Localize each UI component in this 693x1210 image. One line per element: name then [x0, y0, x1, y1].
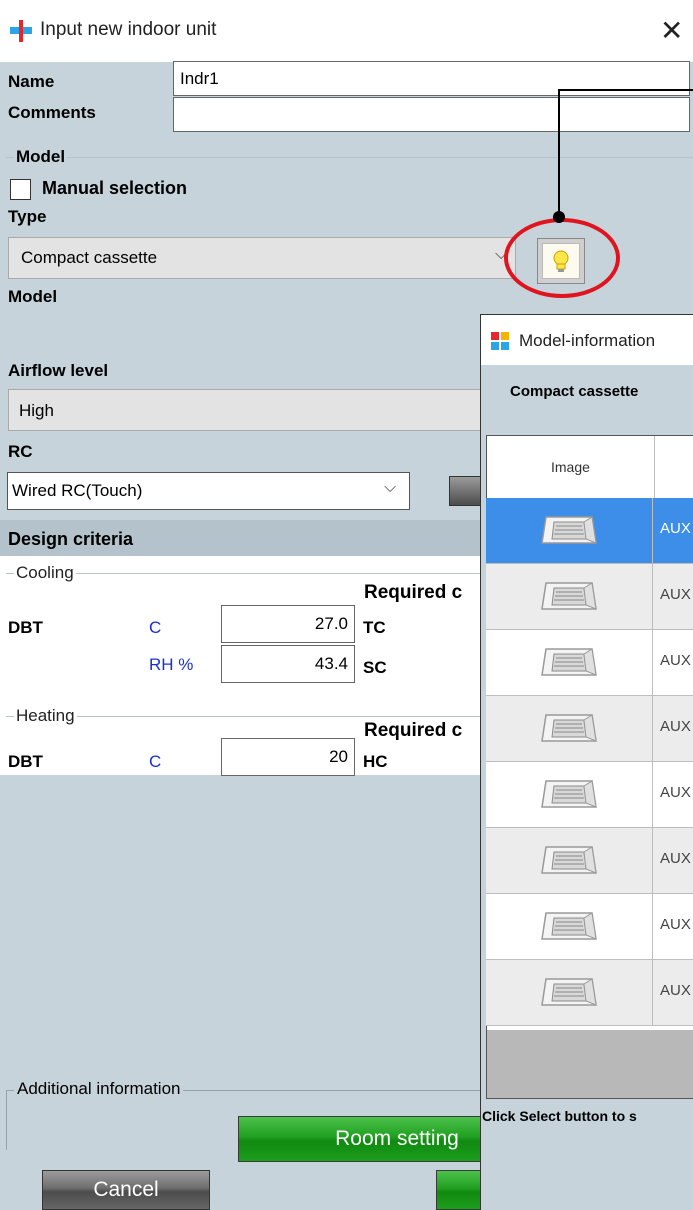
cassette-image	[486, 696, 653, 761]
cooling-required: Required c	[364, 582, 463, 603]
cassette-image	[486, 894, 653, 959]
popup-title-bar: Model-information	[481, 315, 693, 365]
row-model-name: AUX	[660, 850, 691, 867]
row-model-name: AUX	[660, 916, 691, 933]
row-model-name: AUX	[660, 586, 691, 603]
table-row[interactable]: AUX	[486, 498, 693, 564]
model-section-title: Model	[14, 147, 68, 167]
app-icon	[10, 20, 32, 42]
chevron-down-icon: ⌵	[384, 479, 397, 496]
callout-line	[553, 89, 693, 223]
design-criteria-title: Design criteria	[8, 529, 134, 549]
model-label: Model	[8, 287, 58, 306]
cassette-image	[486, 564, 653, 629]
highlight-circle	[504, 218, 620, 298]
room-setting-label: Room setting	[335, 1127, 459, 1150]
cooling-dbt-unit: C	[149, 618, 162, 637]
cancel-label: Cancel	[93, 1178, 159, 1201]
table-row[interactable]: AUX	[486, 960, 693, 1026]
title-bar: Input new indoor unit ✕	[0, 0, 693, 62]
table-row[interactable]: AUX	[486, 696, 693, 762]
row-model-name: AUX	[660, 652, 691, 669]
rc-select[interactable]: Wired RC(Touch) ⌵	[7, 472, 410, 510]
heating-title: Heating	[14, 706, 77, 726]
row-model-name: AUX	[660, 718, 691, 735]
heating-dbt-unit: C	[149, 752, 162, 771]
window-title: Input new indoor unit	[40, 19, 217, 40]
close-icon[interactable]: ✕	[660, 14, 683, 47]
cooling-fieldset-line	[6, 573, 486, 574]
heating-fieldset-line	[6, 716, 486, 717]
cassette-image	[486, 960, 653, 1025]
cooling-sc-label: SC	[363, 658, 387, 677]
ok-button[interactable]	[436, 1170, 486, 1210]
heating-required: Required c	[364, 720, 463, 741]
additional-info-title: Additional information	[14, 1079, 184, 1099]
table-row[interactable]: AUX	[486, 630, 693, 696]
table-header: Image	[487, 436, 693, 499]
row-model-name: AUX	[660, 784, 691, 801]
cooling-title: Cooling	[14, 563, 76, 583]
popup-type: Compact cassette	[510, 383, 639, 400]
cassette-image	[486, 828, 653, 893]
room-setting-button[interactable]: Room setting	[238, 1116, 486, 1162]
cancel-button[interactable]: Cancel	[42, 1170, 210, 1210]
type-select[interactable]: Compact cassette ⌵	[8, 237, 516, 279]
table-row[interactable]: AUX	[486, 564, 693, 630]
cooling-rh-input[interactable]	[221, 645, 355, 683]
table-footer	[487, 1030, 693, 1098]
cassette-image	[486, 498, 653, 563]
type-label: Type	[8, 207, 47, 226]
manual-selection-checkbox[interactable]	[10, 179, 31, 200]
heating-hc-label: HC	[363, 752, 388, 771]
heating-dbt-input[interactable]	[221, 738, 355, 776]
cooling-tc-label: TC	[363, 618, 386, 637]
rc-label: RC	[8, 442, 33, 461]
cooling-dbt-input[interactable]	[221, 605, 355, 643]
row-model-name: AUX	[660, 520, 691, 537]
table-row[interactable]: AUX	[486, 762, 693, 828]
table-row[interactable]: AUX	[486, 894, 693, 960]
cooling-dbt-label: DBT	[8, 618, 43, 637]
row-model-name: AUX	[660, 982, 691, 999]
airflow-select[interactable]: High	[8, 389, 486, 431]
table-row[interactable]: AUX	[486, 828, 693, 894]
heating-dbt-label: DBT	[8, 752, 43, 771]
name-label: Name	[8, 72, 55, 91]
col-image-header: Image	[551, 459, 590, 475]
cassette-image	[486, 762, 653, 827]
manual-selection-label: Manual selection	[42, 178, 188, 198]
cooling-rh-unit: RH %	[149, 655, 194, 674]
popup-title: Model-information	[519, 331, 656, 350]
type-select-value: Compact cassette	[21, 248, 158, 267]
airflow-value: High	[19, 401, 54, 420]
rc-value: Wired RC(Touch)	[12, 481, 143, 500]
window-icon	[491, 332, 509, 350]
popup-hint: Click Select button to s	[482, 1108, 637, 1124]
cassette-image	[486, 630, 653, 695]
comments-label: Comments	[8, 103, 96, 122]
airflow-label: Airflow level	[8, 361, 109, 380]
